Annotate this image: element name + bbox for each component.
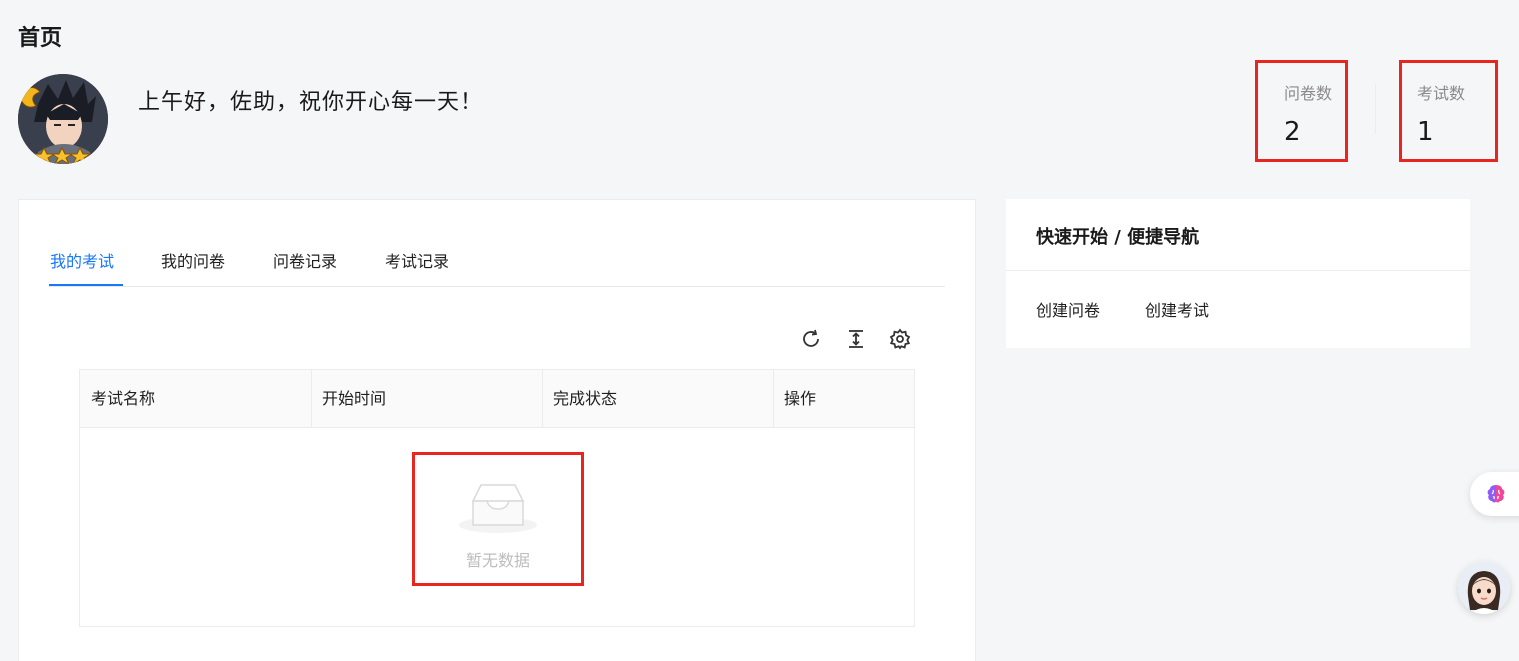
quick-nav-title: 快速开始 / 便捷导航 [1036, 227, 1200, 248]
ai-assistant-brain-button[interactable] [1470, 472, 1519, 516]
stat-value: 1 [1417, 117, 1434, 147]
tab-bar: 我的考试 我的问卷 问卷记录 考试记录 [49, 200, 945, 287]
column-header-start-time[interactable]: 开始时间 [311, 370, 542, 428]
stat-label: 问卷数 [1284, 84, 1333, 103]
tab-my-questionnaires[interactable]: 我的问卷 [161, 248, 225, 272]
create-exam-link[interactable]: 创建考试 [1145, 297, 1209, 321]
column-header-actions[interactable]: 操作 [773, 370, 914, 428]
empty-inbox-icon [459, 484, 537, 533]
stat-questionnaire-count: 问卷数 2 [1255, 60, 1348, 162]
tab-exam-records[interactable]: 考试记录 [385, 248, 449, 272]
tab-my-exams[interactable]: 我的考试 [50, 248, 114, 272]
stat-exam-count: 考试数 1 [1399, 60, 1498, 162]
empty-state: 暂无数据 [412, 452, 584, 586]
column-header-exam-name[interactable]: 考试名称 [80, 370, 311, 428]
column-height-icon[interactable] [845, 328, 867, 350]
divider [1006, 270, 1470, 271]
stat-divider [1375, 84, 1376, 134]
stat-label: 考试数 [1417, 84, 1466, 103]
column-header-status[interactable]: 完成状态 [542, 370, 773, 428]
tab-questionnaire-records[interactable]: 问卷记录 [273, 248, 337, 272]
avatar [18, 74, 108, 164]
greeting-text: 上午好，佐助，祝你开心每一天！ [138, 90, 484, 115]
create-questionnaire-link[interactable]: 创建问卷 [1036, 297, 1100, 321]
empty-state-text: 暂无数据 [465, 551, 530, 570]
page-title: 首页 [18, 26, 63, 51]
exam-table: 考试名称 开始时间 完成状态 操作 暂无数据 [79, 369, 915, 627]
quick-nav-card: 快速开始 / 便捷导航 创建问卷 创建考试 [1006, 199, 1470, 348]
virtual-assistant-avatar[interactable] [1458, 562, 1510, 614]
stat-value: 2 [1284, 117, 1301, 147]
tab-active-indicator [49, 284, 123, 286]
table-header: 考试名称 开始时间 完成状态 操作 [80, 370, 914, 428]
refresh-icon[interactable] [800, 328, 822, 350]
brain-icon [1487, 485, 1505, 503]
records-card: 我的考试 我的问卷 问卷记录 考试记录 考试名称 开始时间 完成状态 操作 暂无… [18, 199, 976, 661]
settings-icon[interactable] [889, 328, 911, 350]
